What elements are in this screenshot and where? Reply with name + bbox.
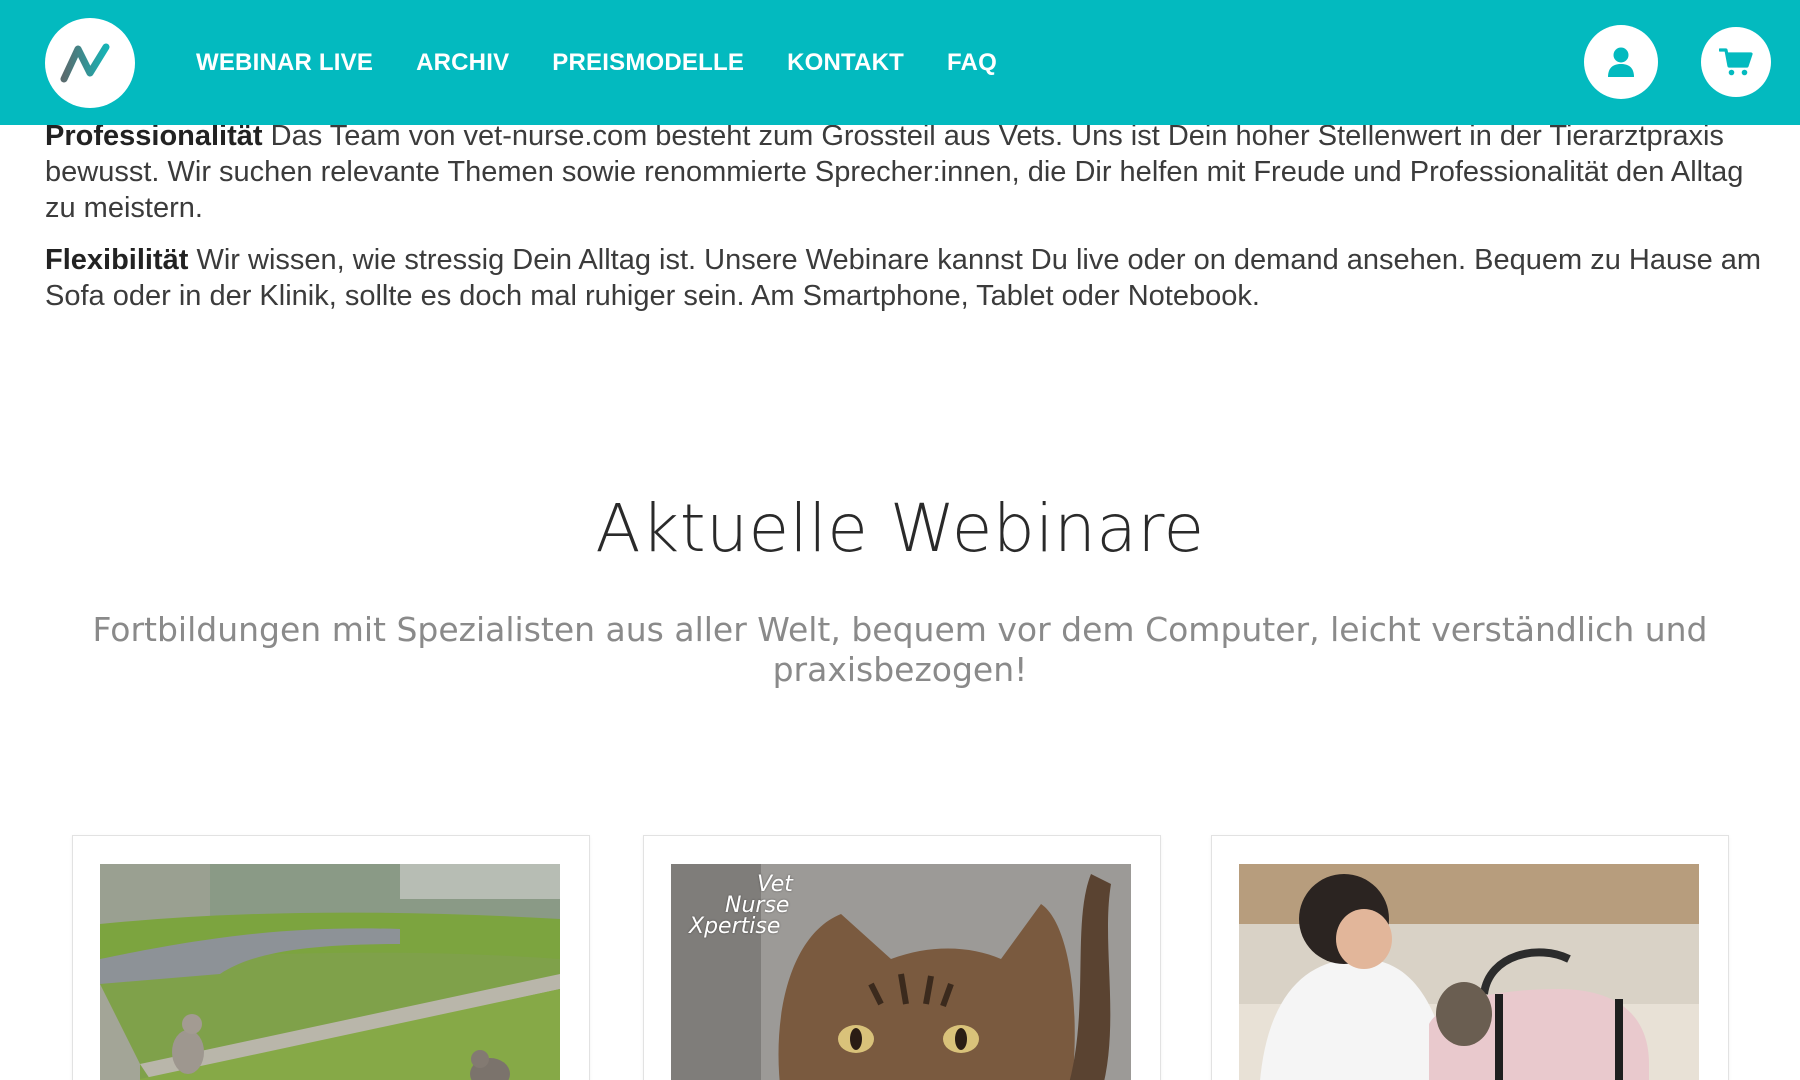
webinar-card[interactable] [72, 835, 590, 1080]
professionalitaet-paragraph: Professionalität Das Team von vet-nurse.… [45, 118, 1765, 226]
main-nav: WEBINAR LIVE ARCHIV PREISMODELLE KONTAKT… [196, 0, 997, 125]
account-button[interactable] [1584, 25, 1658, 99]
vet-nurse-xpertise-watermark: Vet Nurse Xpertise [689, 872, 793, 939]
vet-nurse-logo-icon [60, 43, 110, 83]
intro-text: Professionalität Das Team von vet-nurse.… [45, 118, 1765, 330]
tabby-cat-photo[interactable]: Vet Nurse Xpertise [671, 864, 1131, 1080]
cart-button[interactable] [1701, 27, 1771, 97]
nav-preismodelle[interactable]: PREISMODELLE [552, 49, 744, 77]
cats-in-garden-photo[interactable] [100, 864, 560, 1080]
nav-archiv[interactable]: ARCHIV [416, 49, 509, 77]
nav-kontakt[interactable]: KONTAKT [787, 49, 904, 77]
vet-with-cat-carrier-photo[interactable] [1239, 864, 1699, 1080]
flexibilitaet-heading: Flexibilität [45, 244, 189, 276]
webinar-card[interactable] [1211, 835, 1729, 1080]
webinar-card[interactable]: Vet Nurse Xpertise [643, 835, 1161, 1080]
top-navigation-bar: WEBINAR LIVE ARCHIV PREISMODELLE KONTAKT… [0, 0, 1800, 125]
professionalitaet-text: Das Team von vet-nurse.com besteht zum G… [45, 120, 1744, 224]
home-logo[interactable] [45, 18, 135, 108]
flexibilitaet-paragraph: Flexibilität Wir wissen, wie stressig De… [45, 242, 1765, 314]
nav-faq[interactable]: FAQ [947, 49, 997, 77]
section-title: Aktuelle Webinare [595, 490, 1205, 567]
nav-webinar-live[interactable]: WEBINAR LIVE [196, 49, 373, 77]
section-subtitle: Fortbildungen mit Spezialisten aus aller… [92, 610, 1708, 689]
flexibilitaet-text: Wir wissen, wie stressig Dein Alltag ist… [45, 244, 1762, 312]
user-icon [1608, 47, 1634, 77]
cart-icon [1719, 48, 1753, 76]
